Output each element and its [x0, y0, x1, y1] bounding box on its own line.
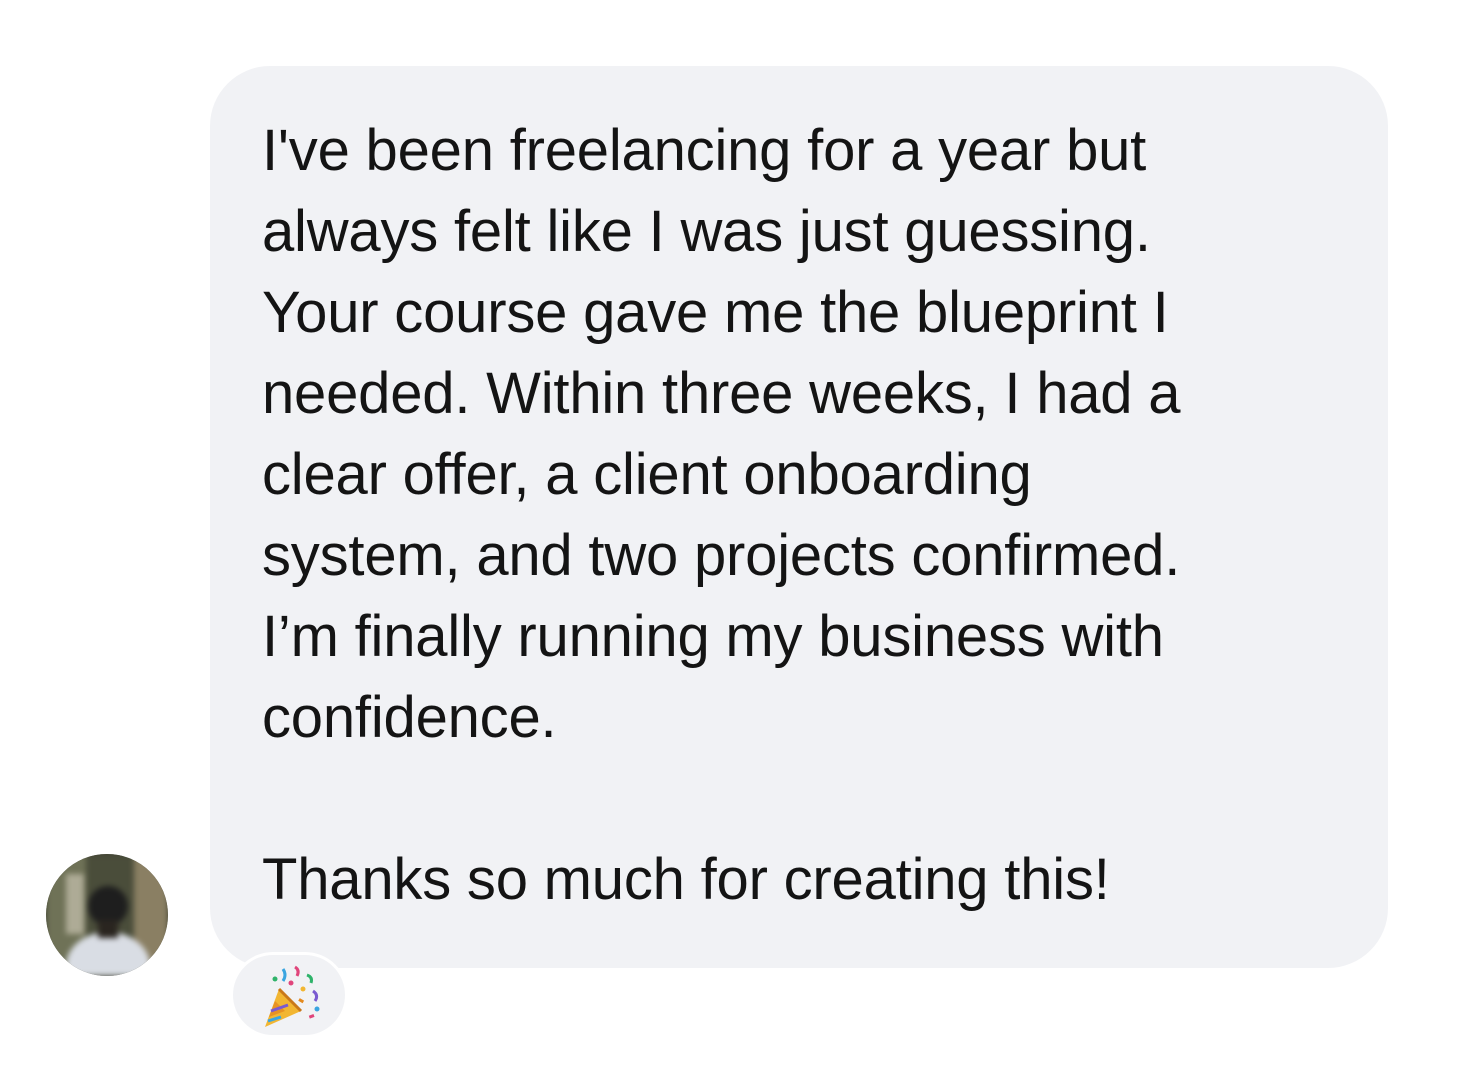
- message-line: I've been freelancing for a year but: [262, 118, 1147, 183]
- sender-avatar[interactable]: [46, 854, 168, 976]
- party-popper-icon: [265, 965, 320, 1027]
- message-line: clear offer, a client onboarding: [262, 442, 1032, 507]
- avatar-image: [46, 854, 168, 976]
- message-bubble[interactable]: I've been freelancing for a year but alw…: [210, 66, 1388, 968]
- message-line: Your course gave me the blueprint I: [262, 280, 1169, 345]
- message-closing-line: Thanks so much for creating this!: [262, 847, 1110, 912]
- message-spacer: [262, 758, 1362, 839]
- message-line: always felt like I was just guessing.: [262, 199, 1151, 264]
- message-text: I've been freelancing for a year but alw…: [262, 110, 1362, 920]
- message-line: system, and two projects confirmed.: [262, 523, 1181, 588]
- chat-screen: I've been freelancing for a year but alw…: [0, 0, 1480, 1080]
- reaction-badge[interactable]: [230, 952, 348, 1038]
- message-line: confidence.: [262, 685, 557, 750]
- message-line: needed. Within three weeks, I had a: [262, 361, 1181, 426]
- message-line: I’m finally running my business with: [262, 604, 1164, 669]
